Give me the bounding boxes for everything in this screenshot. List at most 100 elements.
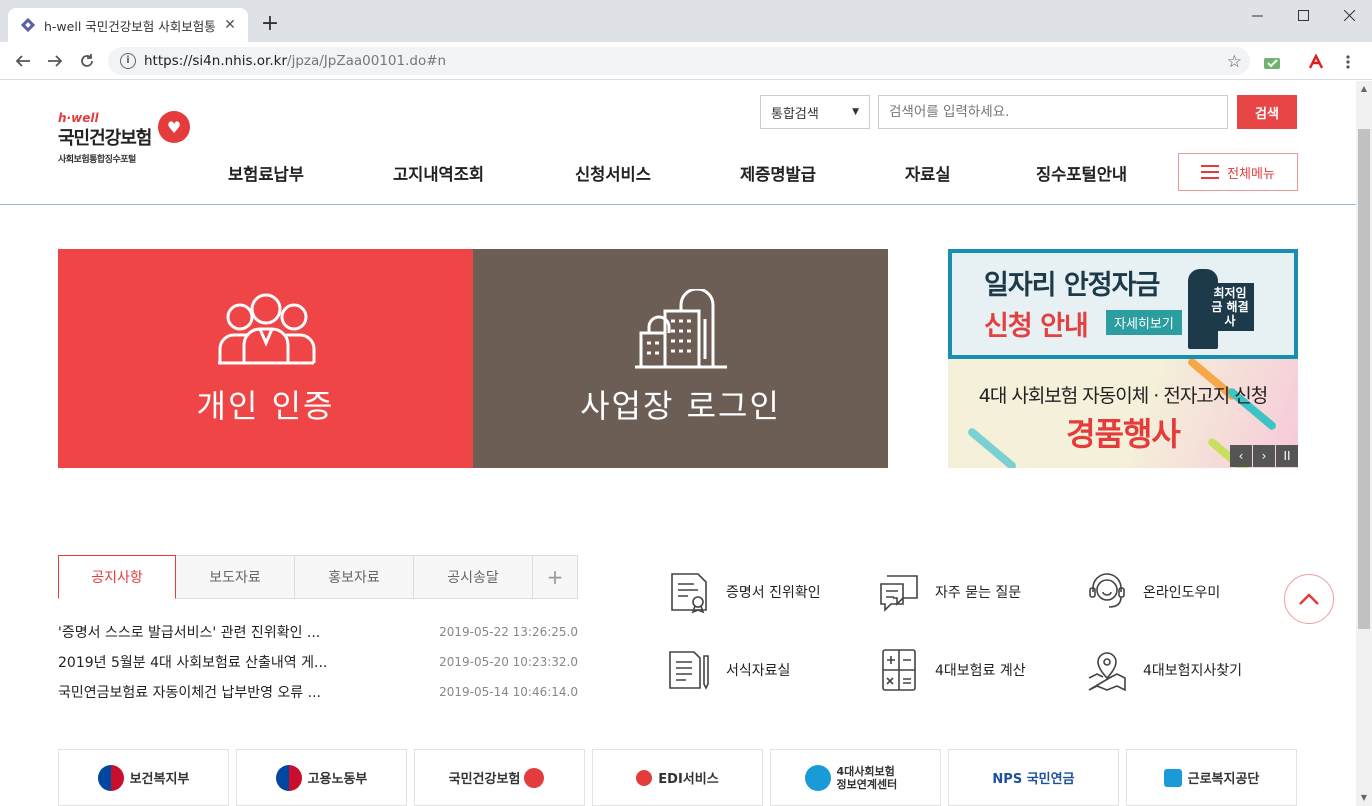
close-tab-icon[interactable]: ✕ <box>222 17 238 33</box>
page-content: h·well 국민건강보험 사회보험통합징수포털 ♥ 통합검색 ▼ 검색 보험료… <box>0 81 1356 806</box>
promo-prev-button[interactable]: ‹ <box>1230 445 1252 467</box>
promo-badge: 최저임금 해결사 <box>1206 283 1254 331</box>
nav-resources[interactable]: 자료실 <box>905 161 951 185</box>
browser-tab[interactable]: h-well 국민건강보험 사회보험통 ✕ <box>8 8 248 42</box>
dropdown-caret-icon: ▼ <box>852 107 859 117</box>
reload-icon[interactable] <box>76 50 98 72</box>
quick-link-forms[interactable]: 서식자료실 <box>668 647 790 693</box>
more-notices-button[interactable]: + <box>533 555 578 599</box>
scrollbar-thumb[interactable] <box>1358 129 1370 629</box>
taegeuk-icon <box>275 764 302 791</box>
page-scrollbar[interactable]: ▲ ▼ <box>1356 81 1372 806</box>
close-window-icon[interactable] <box>1326 0 1372 30</box>
quick-link-label: 서식자료실 <box>726 663 791 679</box>
tab-notices[interactable]: 공지사항 <box>58 555 176 599</box>
site-info-icon[interactable]: i <box>120 53 136 69</box>
notice-title[interactable]: '증명서 스스로 발급서비스' 관련 진위확인 ... <box>58 622 378 642</box>
calculator-icon <box>882 649 916 691</box>
notice-item[interactable]: 국민연금보험료 자동이체건 납부반영 오류 ... 2019-05-14 10:… <box>58 682 578 702</box>
nav-portal-guide[interactable]: 징수포털안내 <box>1036 161 1127 185</box>
extension-icon[interactable] <box>1262 52 1282 72</box>
promo-job-fund-banner[interactable]: 일자리 안정자금 신청 안내 자세히보기 최저임금 해결사 <box>948 249 1298 359</box>
quick-link-calculator[interactable]: 4대보험료 계산 <box>877 647 1026 693</box>
search-scope-select[interactable]: 통합검색 ▼ <box>760 95 870 129</box>
url-host: https://si4n.nhis.or.kr <box>144 53 288 69</box>
acrobat-icon[interactable] <box>1306 52 1326 72</box>
tab-press[interactable]: 보도자료 <box>176 555 295 599</box>
quick-link-certificate-verify[interactable]: 증명서 진위확인 <box>668 569 821 615</box>
notice-title[interactable]: 2019년 5월분 4대 사회보험료 산출내역 게... <box>58 652 378 672</box>
tab-public-service[interactable]: 공시송달 <box>414 555 533 599</box>
family-site-label: 보건복지부 <box>129 772 190 787</box>
maximize-icon[interactable] <box>1280 0 1326 30</box>
quick-link-branch-finder[interactable]: 4대보험지사찾기 <box>1085 647 1242 693</box>
nav-notice-inquiry[interactable]: 고지내역조회 <box>393 161 484 185</box>
site-header: h·well 국민건강보험 사회보험통합징수포털 ♥ 통합검색 ▼ 검색 보험료… <box>0 81 1356 205</box>
notice-date: 2019-05-22 13:26:25.0 <box>439 625 578 639</box>
notice-item[interactable]: '증명서 스스로 발급서비스' 관련 진위확인 ... 2019-05-22 1… <box>58 622 578 642</box>
family-site-comwel[interactable]: 근로복지공단 <box>1126 749 1297 806</box>
map-pin-icon <box>1088 652 1126 692</box>
promo-next-button[interactable]: › <box>1253 445 1275 467</box>
personal-auth-label: 개인 인증 <box>196 387 335 425</box>
family-site-label: 고용노동부 <box>307 772 368 787</box>
people-group-icon <box>210 289 322 369</box>
quick-link-label: 온라인도우미 <box>1143 585 1221 601</box>
scroll-down-arrow-icon[interactable]: ▼ <box>1356 790 1372 806</box>
forward-icon[interactable] <box>44 50 66 72</box>
site-favicon-icon <box>20 17 36 33</box>
comwel-logo-icon <box>1163 768 1182 787</box>
family-site-4insure[interactable]: 4대사회보험 정보연계센터 <box>770 749 941 806</box>
scroll-top-button[interactable] <box>1284 574 1334 624</box>
headset-icon <box>1089 573 1125 608</box>
family-site-mohw[interactable]: 보건복지부 <box>58 749 229 806</box>
family-site-label: EDI서비스 <box>658 772 719 787</box>
certificate-icon <box>671 573 707 614</box>
quick-link-online-helper[interactable]: 온라인도우미 <box>1085 569 1220 615</box>
tab-title: h-well 국민건강보험 사회보험통 <box>44 18 216 34</box>
family-site-nps[interactable]: NPS 국민연금 <box>948 749 1119 806</box>
family-site-nhis[interactable]: 국민건강보험 <box>414 749 585 806</box>
notice-tabs: 공지사항 보도자료 홍보자료 공시송달 + <box>58 555 578 599</box>
nav-application-service[interactable]: 신청서비스 <box>575 161 651 185</box>
promo-detail-pill[interactable]: 자세히보기 <box>1106 310 1182 335</box>
quick-link-label: 증명서 진위확인 <box>726 585 821 601</box>
logo-subtitle: 사회보험통합징수포털 <box>58 155 136 165</box>
heart-logo-icon <box>524 767 545 788</box>
quick-link-label: 4대보험료 계산 <box>935 663 1026 679</box>
browser-tabbar: h-well 국민건강보험 사회보험통 ✕ + <box>0 0 1372 42</box>
building-icon <box>631 287 731 375</box>
search-input[interactable] <box>878 95 1228 129</box>
bookmark-star-icon[interactable]: ☆ <box>1227 52 1242 72</box>
all-menu-button[interactable]: 전체메뉴 <box>1178 153 1298 191</box>
hamburger-icon <box>1201 165 1220 179</box>
minimize-icon[interactable] <box>1234 0 1280 30</box>
family-site-label: 4대사회보험 정보연계센터 <box>836 764 898 791</box>
heart-logo-icon: ♥ <box>158 111 190 143</box>
promo-top-line1: 일자리 안정자금 <box>984 270 1160 301</box>
quick-link-label: 4대보험지사찾기 <box>1143 663 1243 679</box>
nav-premium-payment[interactable]: 보험료납부 <box>228 161 304 185</box>
all-menu-label: 전체메뉴 <box>1227 166 1275 182</box>
personal-auth-banner[interactable]: 개인 인증 <box>58 249 473 468</box>
scroll-up-arrow-icon[interactable]: ▲ <box>1356 81 1372 97</box>
notice-title[interactable]: 국민연금보험료 자동이체건 납부반영 오류 ... <box>58 682 378 702</box>
business-login-label: 사업장 로그인 <box>580 387 781 425</box>
browser-menu-icon[interactable] <box>1338 52 1358 72</box>
heart-logo-icon <box>636 769 653 786</box>
search-button[interactable]: 검색 <box>1237 95 1297 129</box>
browser-toolbar: i https://si4n.nhis.or.kr/jpza/JpZaa0010… <box>0 42 1372 80</box>
address-bar[interactable]: i https://si4n.nhis.or.kr/jpza/JpZaa0010… <box>108 47 1250 75</box>
business-login-banner[interactable]: 사업장 로그인 <box>473 249 888 468</box>
new-tab-button[interactable]: + <box>258 12 282 36</box>
family-site-edi[interactable]: EDI서비스 <box>592 749 763 806</box>
site-logo[interactable]: h·well 국민건강보험 사회보험통합징수포털 ♥ <box>58 111 198 171</box>
family-site-moel[interactable]: 고용노동부 <box>236 749 407 806</box>
tab-promotion[interactable]: 홍보자료 <box>295 555 414 599</box>
promo-pause-button[interactable]: II <box>1276 445 1298 467</box>
quick-link-faq[interactable]: 자주 묻는 질문 <box>877 569 1021 615</box>
taegeuk-icon <box>97 764 124 791</box>
back-icon[interactable] <box>12 50 34 72</box>
notice-item[interactable]: 2019년 5월분 4대 사회보험료 산출내역 게... 2019-05-20 … <box>58 652 578 672</box>
nav-certificate-issue[interactable]: 제증명발급 <box>740 161 816 185</box>
